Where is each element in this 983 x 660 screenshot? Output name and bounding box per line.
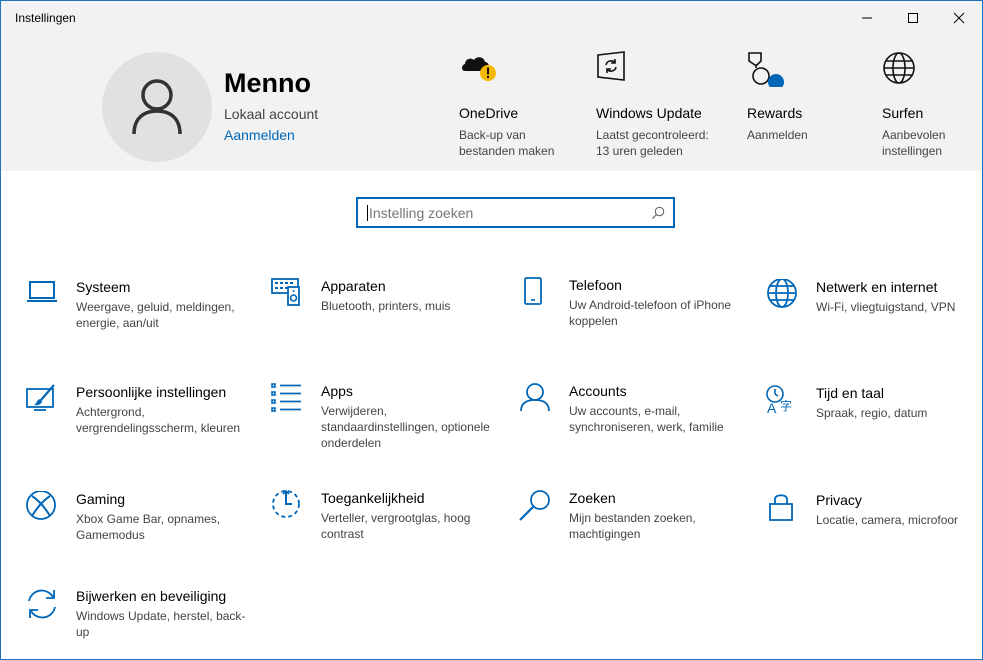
personalization-icon <box>26 384 55 411</box>
search-magnifier-icon <box>519 490 550 521</box>
category-title: Tijd en taal <box>816 385 884 401</box>
close-icon <box>953 12 965 24</box>
signin-link[interactable]: Aanmelden <box>224 127 295 143</box>
category-title: Netwerk en internet <box>816 279 938 295</box>
search-placeholder: Instelling zoeken <box>369 205 474 221</box>
category-title: Apparaten <box>321 278 386 294</box>
maximize-button[interactable] <box>890 1 936 35</box>
person-icon <box>520 383 550 412</box>
category-desc: Verteller, vergrootglas, hoog contrast <box>321 511 471 541</box>
apps-list-icon <box>271 383 301 412</box>
quick-link-title: Windows Update <box>596 105 702 121</box>
category-desc: Verwijderen, standaardinstellingen, opti… <box>321 404 490 450</box>
window-title: Instellingen <box>15 11 76 25</box>
sync-arrows-icon <box>28 589 56 619</box>
quick-link-desc: Aanbevolen <box>882 128 946 142</box>
quick-link-desc: 13 uren geleden <box>596 144 683 158</box>
category-title: Bijwerken en beveiliging <box>76 588 227 604</box>
onedrive-warning-icon <box>462 57 496 81</box>
category-desc: Mijn bestanden zoeken, machtigingen <box>569 511 696 541</box>
windows-update-icon <box>597 51 625 81</box>
xbox-icon <box>26 491 56 520</box>
avatar[interactable] <box>102 52 212 162</box>
quick-link-title: OneDrive <box>459 105 519 121</box>
quick-link-surfen[interactable]: Surfen Aanbevolen instellingen <box>882 51 977 159</box>
category-desc: Xbox Game Bar, opnames, Gamemodus <box>76 512 221 542</box>
category-desc: Wi-Fi, vliegtuigstand, VPN <box>816 300 956 314</box>
category-desc: Windows Update, herstel, back-up <box>76 609 246 639</box>
search-box[interactable]: Instelling zoeken <box>356 197 675 228</box>
category-title: Privacy <box>816 492 862 508</box>
quick-link-rewards[interactable]: Rewards Aanmelden <box>747 51 887 143</box>
time-language-icon: A 字 <box>766 385 792 416</box>
quick-link-title: Rewards <box>747 105 803 121</box>
close-button[interactable] <box>936 1 982 35</box>
title-bar: Instellingen <box>1 1 982 35</box>
accessibility-timer-icon <box>272 490 300 518</box>
quick-link-desc: instellingen <box>882 144 943 158</box>
category-desc: Uw Android-telefoon of iPhone koppelen <box>569 298 732 328</box>
category-desc: Achtergrond, vergrendelingsscherm, kleur… <box>76 405 241 435</box>
quick-link-desc: Aanmelden <box>747 128 808 142</box>
category-desc: Locatie, camera, microfoor <box>816 513 959 527</box>
quick-link-desc: Back-up van <box>459 128 526 142</box>
user-name: Menno <box>224 68 311 98</box>
window-controls <box>844 1 982 35</box>
quick-link-title: Surfen <box>882 105 924 121</box>
text-caret <box>367 205 368 221</box>
network-globe-icon <box>767 279 797 308</box>
rewards-icon <box>748 52 784 87</box>
category-desc: Bluetooth, printers, muis <box>321 299 451 313</box>
quick-link-windows-update[interactable]: Windows Update Laatst gecontroleerd: 13 u… <box>596 51 736 159</box>
category-title: Accounts <box>569 383 627 399</box>
maximize-icon <box>908 13 918 23</box>
minimize-button[interactable] <box>844 1 890 35</box>
quick-link-onedrive[interactable]: OneDrive Back-up van bestanden maken <box>459 51 599 159</box>
phone-icon <box>524 277 542 305</box>
category-title: Systeem <box>76 279 131 295</box>
category-title: Persoonlijke instellingen <box>76 384 227 400</box>
svg-text:字: 字 <box>780 398 792 413</box>
user-avatar-icon <box>132 79 182 135</box>
category-title: Toegankelijkheid <box>321 490 425 506</box>
category-desc: Spraak, regio, datum <box>816 406 928 420</box>
minimize-icon <box>862 17 872 19</box>
laptop-icon <box>27 281 57 302</box>
category-desc: Uw accounts, e-mail, synchroniseren, wer… <box>569 404 724 434</box>
devices-icon <box>271 278 300 306</box>
category-title: Gaming <box>76 491 126 507</box>
category-title: Zoeken <box>569 490 616 506</box>
category-title: Apps <box>321 383 353 399</box>
category-desc: Weergave, geluid, meldingen, energie, aa… <box>76 300 235 330</box>
svg-text:A: A <box>767 400 777 416</box>
category-title: Telefoon <box>569 277 622 293</box>
search-icon <box>652 206 665 219</box>
account-type: Lokaal account <box>224 106 319 122</box>
globe-icon <box>883 52 915 84</box>
lock-icon <box>769 494 793 521</box>
quick-link-desc: Laatst gecontroleerd: <box>596 128 709 142</box>
account-header: Menno Lokaal account Aanmelden OneDrive … <box>1 35 982 171</box>
quick-link-desc: bestanden maken <box>459 144 555 158</box>
